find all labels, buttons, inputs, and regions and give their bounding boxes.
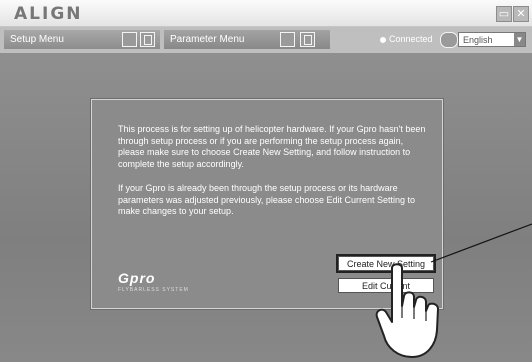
app-window: ALIGN ▭ ✕ Setup Menu Parameter Menu Conn… <box>0 0 532 362</box>
callout-line <box>430 223 532 263</box>
pointing-hand-icon <box>375 263 439 358</box>
